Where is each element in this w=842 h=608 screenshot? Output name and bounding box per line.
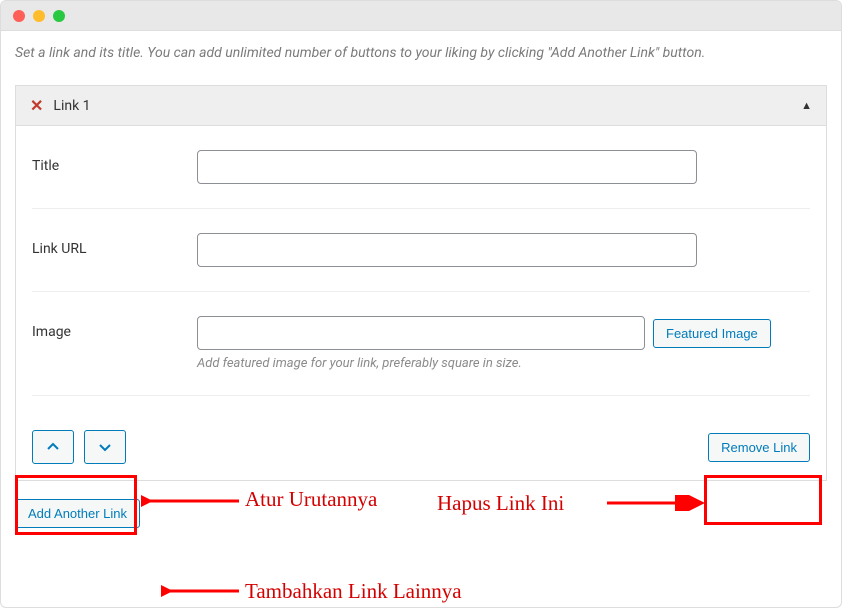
annotation-arrow-add — [161, 583, 241, 599]
chevron-up-icon — [46, 440, 60, 454]
image-input[interactable] — [197, 316, 645, 350]
titlebar — [1, 1, 841, 31]
title-label: Title — [32, 150, 197, 174]
bottom-actions: Add Another Link — [15, 499, 827, 528]
field-row-image: Image Featured Image Add featured image … — [32, 316, 810, 396]
move-up-button[interactable] — [32, 430, 74, 464]
panel-header[interactable]: ✕ Link 1 ▲ — [16, 86, 826, 126]
window-close-icon[interactable] — [13, 10, 25, 22]
add-another-link-button[interactable]: Add Another Link — [15, 499, 140, 528]
collapse-icon[interactable]: ▲ — [801, 99, 812, 112]
link-panel: ✕ Link 1 ▲ Title Link URL — [15, 85, 827, 481]
remove-link-button[interactable]: Remove Link — [708, 433, 810, 462]
move-down-button[interactable] — [84, 430, 126, 464]
close-icon[interactable]: ✕ — [30, 96, 43, 115]
content: Set a link and its title. You can add un… — [1, 31, 841, 542]
window-minimize-icon[interactable] — [33, 10, 45, 22]
url-label: Link URL — [32, 233, 197, 257]
panel-header-left: ✕ Link 1 — [30, 96, 91, 115]
url-input-wrap — [197, 233, 810, 267]
description-text: Set a link and its title. You can add un… — [15, 45, 827, 61]
url-input[interactable] — [197, 233, 697, 267]
panel-body: Title Link URL Image — [16, 126, 826, 480]
order-buttons — [32, 430, 126, 464]
chevron-down-icon — [98, 440, 112, 454]
panel-title: Link 1 — [53, 98, 90, 114]
image-label: Image — [32, 316, 197, 340]
image-hint: Add featured image for your link, prefer… — [197, 356, 810, 371]
panel-footer: Remove Link — [32, 420, 810, 464]
featured-image-button[interactable]: Featured Image — [653, 319, 771, 348]
window: Set a link and its title. You can add un… — [0, 0, 842, 608]
image-input-wrap: Featured Image Add featured image for yo… — [197, 316, 810, 371]
annotation-label-add: Tambahkan Link Lainnya — [245, 579, 462, 604]
window-maximize-icon[interactable] — [53, 10, 65, 22]
title-input-wrap — [197, 150, 810, 184]
field-row-url: Link URL — [32, 233, 810, 292]
field-row-title: Title — [32, 150, 810, 209]
title-input[interactable] — [197, 150, 697, 184]
